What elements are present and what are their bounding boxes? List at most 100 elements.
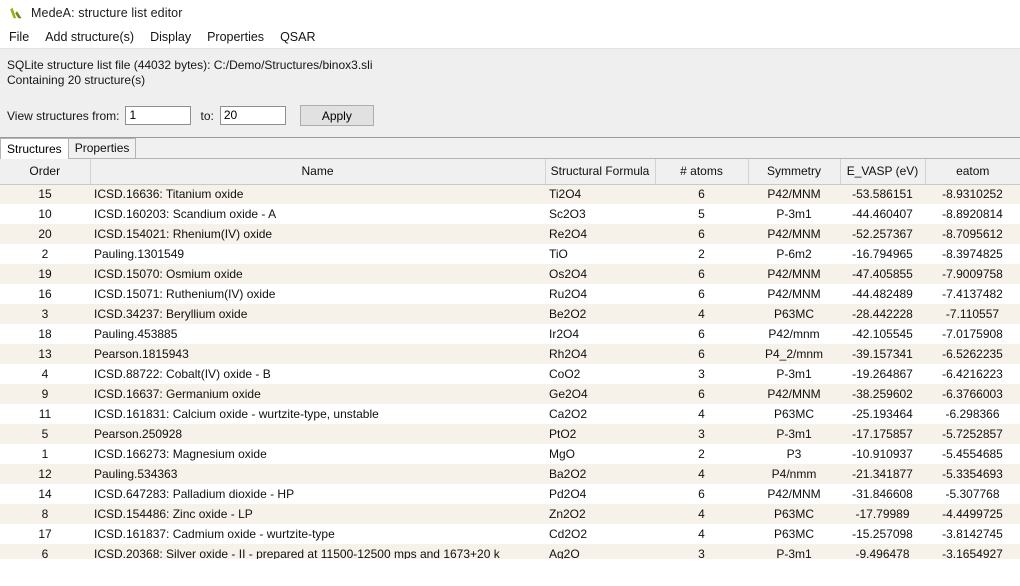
table-row[interactable]: 4ICSD.88722: Cobalt(IV) oxide - BCoO23P-…: [0, 364, 1020, 384]
cell-atoms: 4: [655, 404, 748, 424]
cell-evasp: -21.341877: [840, 464, 925, 484]
table-row[interactable]: 17ICSD.161837: Cadmium oxide - wurtzite-…: [0, 524, 1020, 544]
table-row[interactable]: 3ICSD.34237: Beryllium oxideBe2O24P63MC-…: [0, 304, 1020, 324]
menu-item-add-structures[interactable]: Add structure(s): [45, 28, 144, 46]
range-to-input[interactable]: [220, 106, 286, 125]
table-row[interactable]: 6ICSD.20368: Silver oxide - II - prepare…: [0, 544, 1020, 559]
table-row[interactable]: 15ICSD.16636: Titanium oxideTi2O46P42/MN…: [0, 184, 1020, 204]
tabbar: Structures Properties: [0, 138, 1020, 159]
cell-formula: Sc2O3: [545, 204, 655, 224]
table-row[interactable]: 19ICSD.15070: Osmium oxideOs2O46P42/MNM-…: [0, 264, 1020, 284]
column-header-name[interactable]: Name: [90, 159, 545, 184]
structures-table: Order Name Structural Formula # atoms Sy…: [0, 159, 1020, 559]
cell-eatom: -5.3354693: [925, 464, 1020, 484]
cell-name: ICSD.154021: Rhenium(IV) oxide: [90, 224, 545, 244]
column-header-order[interactable]: Order: [0, 159, 90, 184]
cell-name: ICSD.16636: Titanium oxide: [90, 184, 545, 204]
view-range-controls: View structures from: to: Apply: [7, 105, 1020, 126]
table-header: Order Name Structural Formula # atoms Sy…: [0, 159, 1020, 184]
cell-symmetry: P42/mnm: [748, 324, 840, 344]
table-row[interactable]: 10ICSD.160203: Scandium oxide - ASc2O35P…: [0, 204, 1020, 224]
column-header-e-vasp[interactable]: E_VASP (eV): [840, 159, 925, 184]
cell-atoms: 6: [655, 484, 748, 504]
table-row[interactable]: 1ICSD.166273: Magnesium oxideMgO2P3-10.9…: [0, 444, 1020, 464]
cell-symmetry: P42/MNM: [748, 184, 840, 204]
menu-item-qsar[interactable]: QSAR: [280, 28, 325, 46]
cell-symmetry: P3: [748, 444, 840, 464]
cell-eatom: -7.0175908: [925, 324, 1020, 344]
cell-formula: Ba2O2: [545, 464, 655, 484]
column-header-eatom[interactable]: eatom: [925, 159, 1020, 184]
cell-name: ICSD.15071: Ruthenium(IV) oxide: [90, 284, 545, 304]
table-row[interactable]: 20ICSD.154021: Rhenium(IV) oxideRe2O46P4…: [0, 224, 1020, 244]
cell-eatom: -8.3974825: [925, 244, 1020, 264]
menu-item-display[interactable]: Display: [150, 28, 201, 46]
cell-evasp: -47.405855: [840, 264, 925, 284]
cell-name: Pauling.534363: [90, 464, 545, 484]
cell-symmetry: P63MC: [748, 404, 840, 424]
cell-formula: Zn2O2: [545, 504, 655, 524]
cell-order: 8: [0, 504, 90, 524]
menu-item-file[interactable]: File: [9, 28, 39, 46]
table-row[interactable]: 18Pauling.453885Ir2O46P42/mnm-42.105545-…: [0, 324, 1020, 344]
cell-evasp: -25.193464: [840, 404, 925, 424]
cell-formula: Rh2O4: [545, 344, 655, 364]
table-row[interactable]: 9ICSD.16637: Germanium oxideGe2O46P42/MN…: [0, 384, 1020, 404]
cell-name: ICSD.161831: Calcium oxide - wurtzite-ty…: [90, 404, 545, 424]
column-header-num-atoms[interactable]: # atoms: [655, 159, 748, 184]
cell-formula: Ge2O4: [545, 384, 655, 404]
structures-table-container[interactable]: Order Name Structural Formula # atoms Sy…: [0, 159, 1020, 559]
cell-atoms: 5: [655, 204, 748, 224]
cell-order: 14: [0, 484, 90, 504]
cell-formula: Ti2O4: [545, 184, 655, 204]
cell-eatom: -3.1654927: [925, 544, 1020, 559]
cell-name: Pearson.1815943: [90, 344, 545, 364]
range-from-input[interactable]: [125, 106, 191, 125]
table-row[interactable]: 2Pauling.1301549TiO2P-6m2-16.794965-8.39…: [0, 244, 1020, 264]
cell-formula: Cd2O2: [545, 524, 655, 544]
column-header-symmetry[interactable]: Symmetry: [748, 159, 840, 184]
view-range-label: View structures from:: [7, 109, 119, 123]
cell-eatom: -3.8142745: [925, 524, 1020, 544]
table-row[interactable]: 8ICSD.154486: Zinc oxide - LPZn2O24P63MC…: [0, 504, 1020, 524]
cell-order: 11: [0, 404, 90, 424]
cell-evasp: -10.910937: [840, 444, 925, 464]
cell-order: 6: [0, 544, 90, 559]
cell-atoms: 6: [655, 344, 748, 364]
cell-evasp: -16.794965: [840, 244, 925, 264]
table-row[interactable]: 14ICSD.647283: Palladium dioxide - HPPd2…: [0, 484, 1020, 504]
cell-symmetry: P-3m1: [748, 544, 840, 559]
cell-name: Pauling.1301549: [90, 244, 545, 264]
window-title: MedeA: structure list editor: [31, 6, 182, 20]
cell-order: 18: [0, 324, 90, 344]
table-row[interactable]: 16ICSD.15071: Ruthenium(IV) oxideRu2O46P…: [0, 284, 1020, 304]
cell-symmetry: P-3m1: [748, 364, 840, 384]
apply-button[interactable]: Apply: [300, 105, 374, 126]
cell-formula: Ag2O: [545, 544, 655, 559]
menu-item-properties[interactable]: Properties: [207, 28, 274, 46]
cell-atoms: 6: [655, 384, 748, 404]
cell-formula: Ru2O4: [545, 284, 655, 304]
cell-formula: CoO2: [545, 364, 655, 384]
cell-evasp: -44.482489: [840, 284, 925, 304]
cell-evasp: -39.157341: [840, 344, 925, 364]
range-to-label: to:: [200, 109, 213, 123]
tab-structures[interactable]: Structures: [0, 138, 69, 159]
table-row[interactable]: 5Pearson.250928PtO23P-3m1-17.175857-5.72…: [0, 424, 1020, 444]
cell-atoms: 3: [655, 544, 748, 559]
cell-formula: TiO: [545, 244, 655, 264]
column-header-structural-formula[interactable]: Structural Formula: [545, 159, 655, 184]
cell-order: 10: [0, 204, 90, 224]
table-row[interactable]: 13Pearson.1815943Rh2O46P4_2/mnm-39.15734…: [0, 344, 1020, 364]
table-row[interactable]: 12Pauling.534363Ba2O24P4/nmm-21.341877-5…: [0, 464, 1020, 484]
cell-symmetry: P4_2/mnm: [748, 344, 840, 364]
table-row[interactable]: 11ICSD.161831: Calcium oxide - wurtzite-…: [0, 404, 1020, 424]
cell-name: Pearson.250928: [90, 424, 545, 444]
cell-symmetry: P42/MNM: [748, 384, 840, 404]
structure-count-info: Containing 20 structure(s): [7, 73, 1020, 88]
cell-eatom: -6.5262235: [925, 344, 1020, 364]
cell-eatom: -7.4137482: [925, 284, 1020, 304]
cell-formula: Ca2O2: [545, 404, 655, 424]
tab-properties[interactable]: Properties: [68, 138, 137, 158]
cell-evasp: -17.79989: [840, 504, 925, 524]
